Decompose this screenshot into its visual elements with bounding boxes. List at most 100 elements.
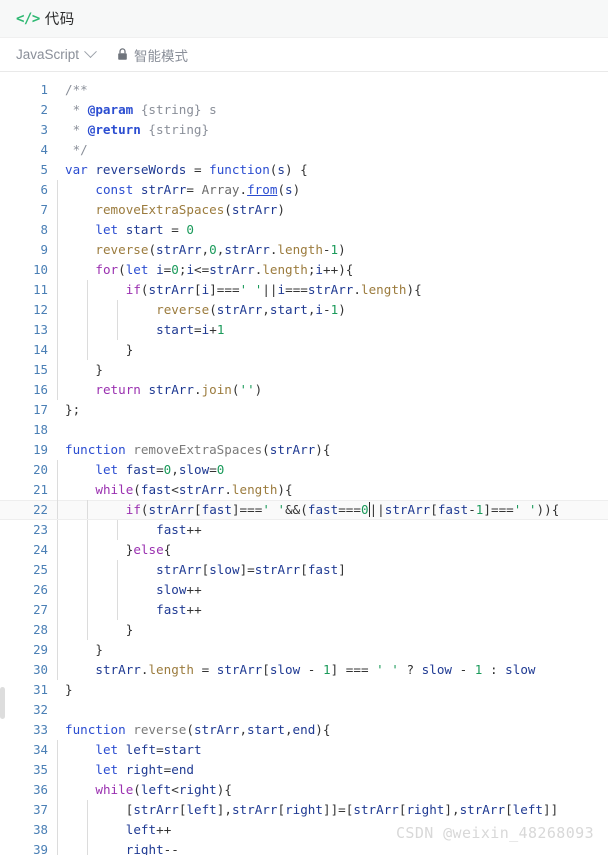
code-line[interactable]: 25 strArr[slow]=strArr[fast] [0, 560, 608, 580]
smart-mode-label: 智能模式 [134, 48, 189, 64]
code-line[interactable]: 26 slow++ [0, 580, 608, 600]
code-line[interactable]: 27 fast++ [0, 600, 608, 620]
code-line[interactable]: 34 let left=start [0, 740, 608, 760]
line-number: 35 [33, 762, 48, 777]
code-line[interactable]: 37 [strArr[left],strArr[right]]=[strArr[… [0, 800, 608, 820]
code-line[interactable]: 10 for(let i=0;i<=strArr.length;i++){ [0, 260, 608, 280]
code-text: let left=start [56, 740, 202, 760]
line-number: 29 [33, 642, 48, 657]
line-number: 7 [40, 202, 48, 217]
code-line[interactable]: 8 let start = 0 [0, 220, 608, 240]
line-number: 26 [33, 582, 48, 597]
line-number: 10 [33, 262, 48, 277]
code-line[interactable]: 17}; [0, 400, 608, 420]
code-line[interactable]: 24 }else{ [0, 540, 608, 560]
code-text: const strArr= Array.from(s) [56, 180, 300, 200]
page-title: 代码 [44, 12, 75, 28]
code-line[interactable]: 3 * @return {string} [0, 120, 608, 140]
code-text: } [65, 682, 73, 697]
code-line[interactable]: 12 reverse(strArr,start,i-1) [0, 300, 608, 320]
smart-mode-indicator[interactable]: 智能模式 [117, 45, 188, 65]
code-text: reverse(strArr,start,i-1) [56, 300, 346, 320]
line-number: 21 [33, 482, 48, 497]
code-text: while(left<right){ [56, 780, 232, 800]
code-brackets-icon: </> [16, 10, 40, 27]
language-selector[interactable]: JavaScript [16, 45, 97, 62]
line-number: 4 [40, 142, 48, 157]
code-line[interactable]: 13 start=i+1 [0, 320, 608, 340]
code-text: for(let i=0;i<=strArr.length;i++){ [56, 260, 353, 280]
code-text: }; [65, 402, 81, 417]
code-line[interactable]: 20 let fast=0,slow=0 [0, 460, 608, 480]
line-number: 14 [33, 342, 48, 357]
code-line[interactable]: 2 * @param {string} s [0, 100, 608, 120]
code-text: } [56, 620, 133, 640]
code-line[interactable]: 6 const strArr= Array.from(s) [0, 180, 608, 200]
line-number: 33 [33, 722, 48, 737]
line-number: 20 [33, 462, 48, 477]
panel-header: </> 代码 [0, 0, 608, 38]
code-line[interactable]: 15 } [0, 360, 608, 380]
line-number: 13 [33, 322, 48, 337]
code-line[interactable]: 36 while(left<right){ [0, 780, 608, 800]
code-text: if(strArr[i]===' '||i===strArr.length){ [56, 280, 422, 300]
code-text: var reverseWords = function(s) { [65, 162, 308, 177]
line-number: 32 [33, 702, 48, 717]
line-number: 16 [33, 382, 48, 397]
code-text: } [56, 360, 103, 380]
code-lines: 1/** 2 * @param {string} s3 * @return {st… [0, 72, 608, 855]
code-line[interactable]: 16 return strArr.join('') [0, 380, 608, 400]
code-text: fast++ [56, 600, 202, 620]
code-line[interactable]: 28 } [0, 620, 608, 640]
code-text: removeExtraSpaces(strArr) [56, 200, 285, 220]
code-line[interactable]: 1 /** [0, 80, 608, 100]
code-line[interactable]: 33 function reverse(strArr,start,end){ [0, 720, 608, 740]
code-line[interactable]: 35 let right=end [0, 760, 608, 780]
line-number: 9 [40, 242, 48, 257]
code-text: start=i+1 [56, 320, 224, 340]
language-label: JavaScript [16, 47, 80, 62]
code-line[interactable]: 32 [0, 700, 608, 720]
vertical-scrollbar-thumb[interactable] [0, 687, 5, 719]
line-number: 34 [33, 742, 48, 757]
line-number: 24 [33, 542, 48, 557]
line-number: 15 [33, 362, 48, 377]
code-line[interactable]: 5 var reverseWords = function(s) { [0, 160, 608, 180]
code-text: function removeExtraSpaces(strArr){ [65, 442, 331, 457]
code-line[interactable]: 14 } [0, 340, 608, 360]
line-number: 19 [33, 442, 48, 457]
code-line[interactable]: 18 [0, 420, 608, 440]
line-number: 22 [33, 502, 48, 517]
code-panel: </> 代码 JavaScript 智能模式 1 /** 2 * @param {s… [0, 0, 608, 855]
code-text: }else{ [56, 540, 171, 560]
code-line[interactable]: 23 fast++ [0, 520, 608, 540]
line-number: 30 [33, 662, 48, 677]
code-text: left++ [56, 820, 171, 840]
code-line[interactable]: 4 */ [0, 140, 608, 160]
code-line[interactable]: 29 } [0, 640, 608, 660]
line-number: 17 [33, 402, 48, 417]
line-number: 31 [33, 682, 48, 697]
code-text: slow++ [56, 580, 202, 600]
code-line[interactable]: 22 if(strArr[fast]===' '&&(fast===0||str… [0, 500, 608, 520]
code-line[interactable]: 9 reverse(strArr,0,strArr.length-1) [0, 240, 608, 260]
code-line[interactable]: 11 if(strArr[i]===' '||i===strArr.length… [0, 280, 608, 300]
code-text: if(strArr[fast]===' '&&(fast===0||strArr… [56, 500, 559, 520]
code-text: let start = 0 [56, 220, 194, 240]
code-line[interactable]: 30 strArr.length = strArr[slow - 1] === … [0, 660, 608, 680]
code-text: */ [65, 142, 88, 157]
code-text: * @param {string} s [65, 102, 217, 117]
code-line[interactable]: 31} [0, 680, 608, 700]
code-text: } [56, 340, 133, 360]
code-line[interactable]: 19 function removeExtraSpaces(strArr){ [0, 440, 608, 460]
line-number: 23 [33, 522, 48, 537]
code-editor[interactable]: 1/** 2 * @param {string} s3 * @return {st… [0, 72, 608, 855]
lock-icon [117, 48, 128, 61]
code-text: let right=end [56, 760, 194, 780]
code-line[interactable]: 21 while(fast<strArr.length){ [0, 480, 608, 500]
code-text: * @return {string} [65, 122, 210, 137]
line-number: 2 [40, 102, 48, 117]
code-text: [strArr[left],strArr[right]]=[strArr[rig… [56, 800, 558, 820]
code-line[interactable]: 7 removeExtraSpaces(strArr) [0, 200, 608, 220]
chevron-down-icon [84, 45, 97, 59]
